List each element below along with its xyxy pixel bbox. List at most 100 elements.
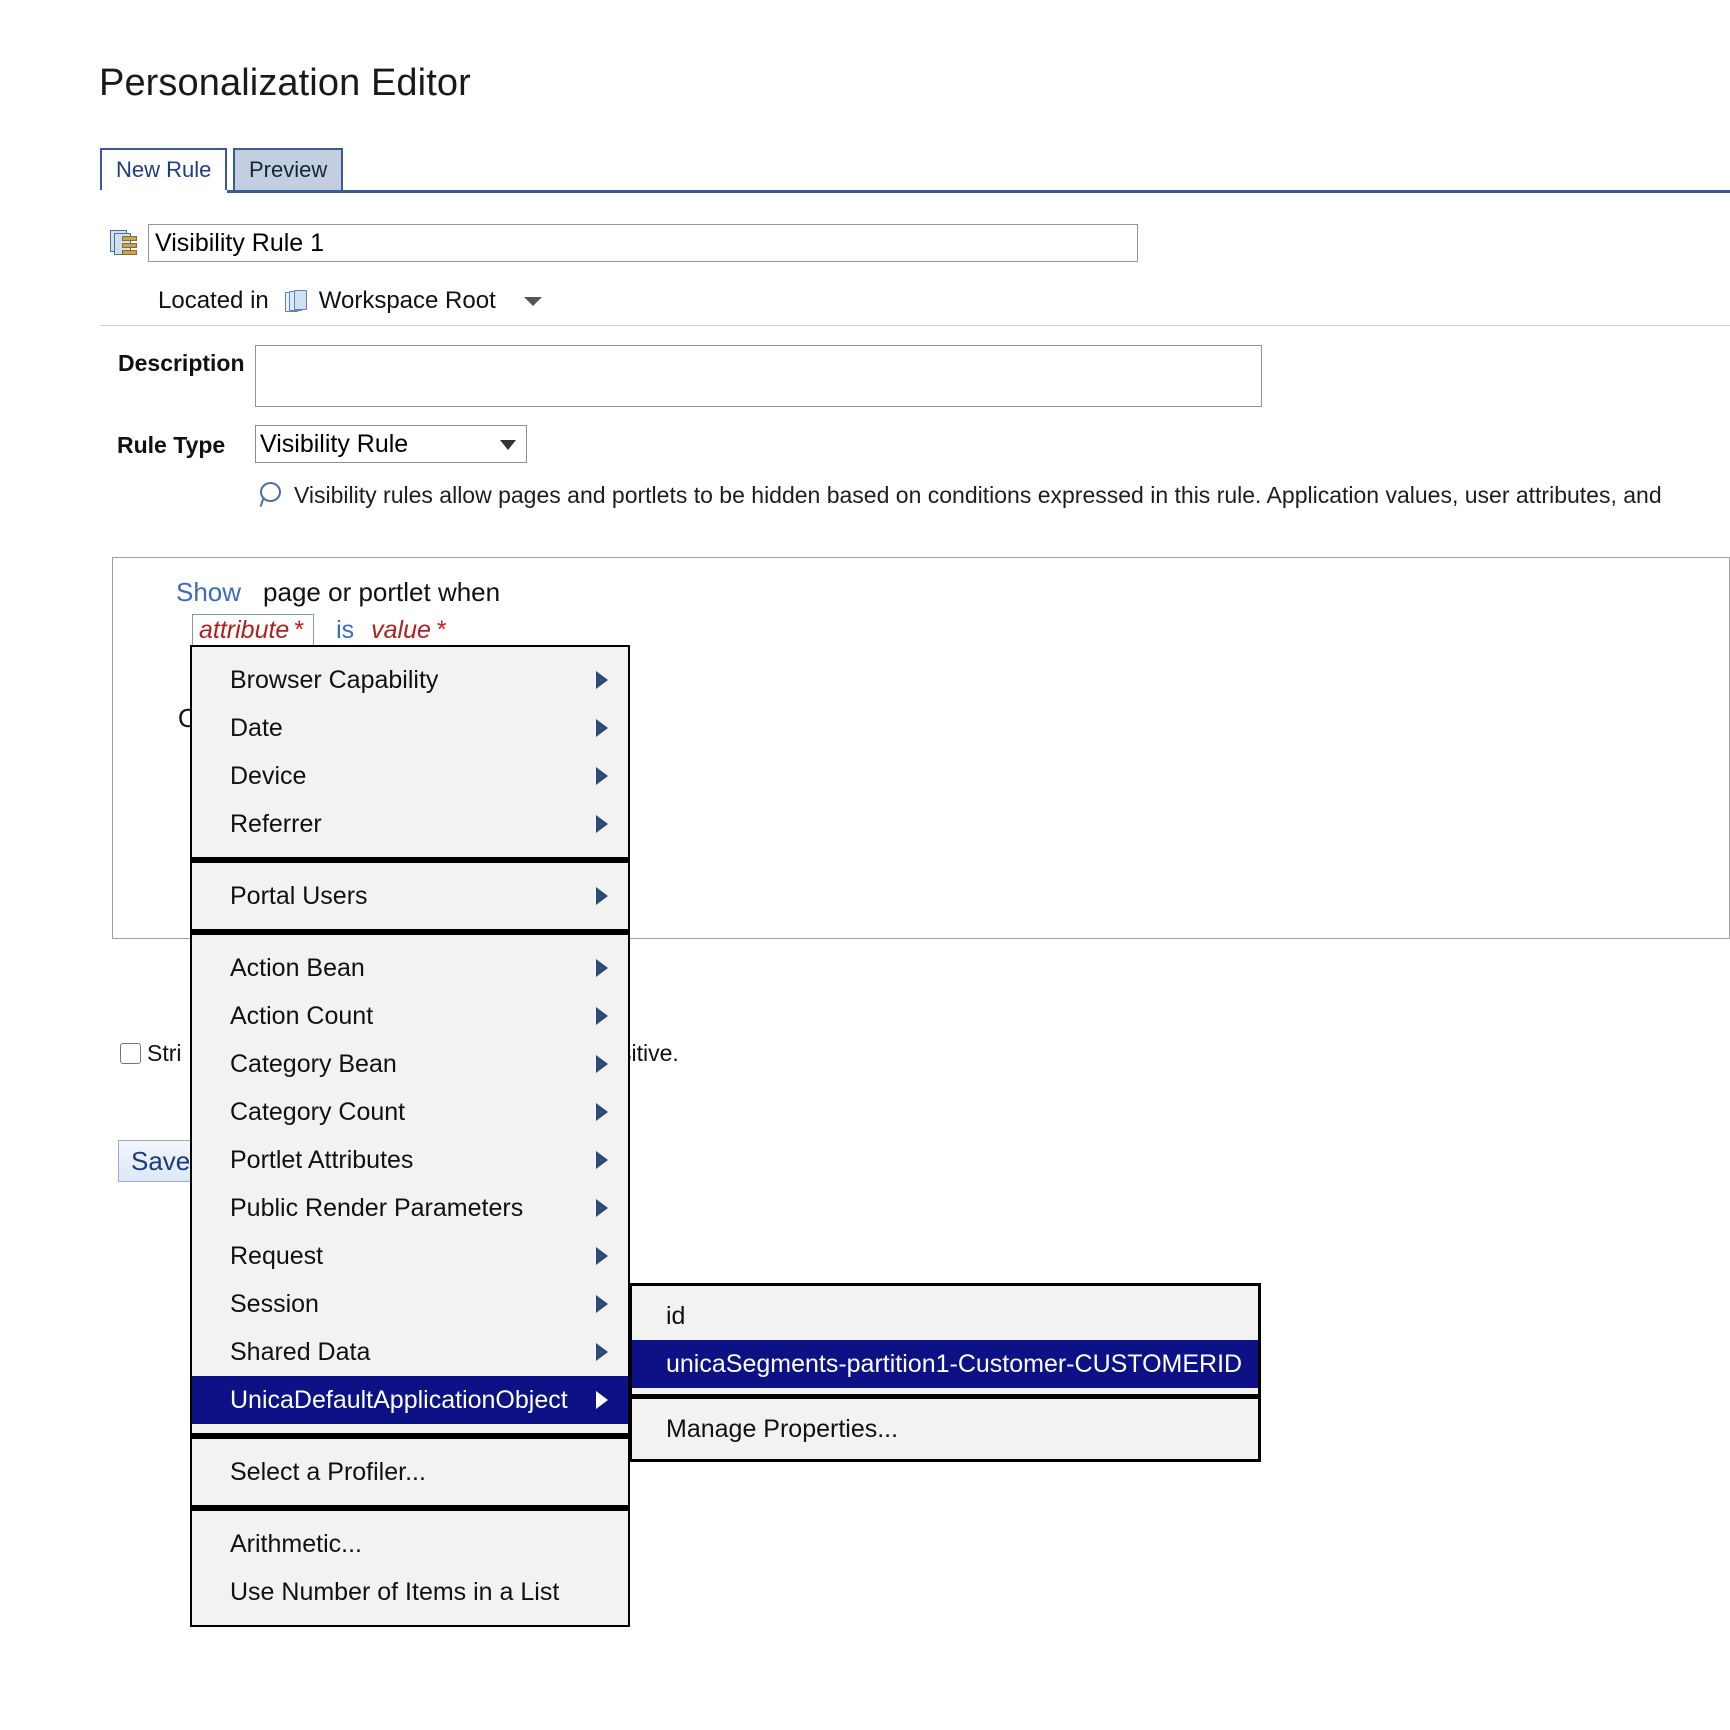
menu-item[interactable]: Session: [192, 1280, 628, 1328]
submenu-item-label: Manage Properties...: [666, 1415, 898, 1444]
case-sensitive-label: Stri: [147, 1040, 182, 1067]
chevron-right-icon: [596, 1391, 608, 1409]
menu-group: Arithmetic... Use Number of Items in a Li…: [192, 1511, 628, 1625]
menu-item-label: Arithmetic...: [230, 1530, 362, 1559]
menu-item-label: Public Render Parameters: [230, 1194, 523, 1223]
chevron-right-icon: [596, 1007, 608, 1025]
chevron-right-icon: [596, 1103, 608, 1121]
chevron-right-icon: [596, 887, 608, 905]
description-label: Description: [118, 350, 245, 377]
chevron-right-icon: [596, 959, 608, 977]
menu-item[interactable]: Request: [192, 1232, 628, 1280]
menu-item-label: Action Count: [230, 1002, 373, 1031]
condition-row: attribute* is value*: [192, 614, 447, 647]
attribute-context-menu[interactable]: Browser Capability Date Device Referrer Port…: [190, 645, 630, 1627]
menu-item-label: Device: [230, 762, 306, 791]
chevron-right-icon: [596, 1055, 608, 1073]
chevron-right-icon: [596, 719, 608, 737]
case-sensitive-checkbox[interactable]: [120, 1043, 141, 1064]
submenu-item[interactable]: unicaSegments-partition1-Customer-CUSTOM…: [632, 1340, 1258, 1388]
speech-bubble-icon: [258, 482, 284, 510]
rule-type-label: Rule Type: [117, 432, 225, 459]
menu-item[interactable]: Action Count: [192, 992, 628, 1040]
menu-item-label: Category Bean: [230, 1050, 397, 1079]
menu-item[interactable]: Shared Data: [192, 1328, 628, 1376]
located-in-value[interactable]: Workspace Root: [319, 287, 496, 315]
rule-name-row: [110, 224, 1138, 262]
submenu-group: Manage Properties...: [632, 1399, 1258, 1459]
menu-group: Select a Profiler...: [192, 1439, 628, 1505]
submenu-item[interactable]: id: [632, 1292, 1258, 1340]
menu-item[interactable]: UnicaDefaultApplicationObject: [192, 1376, 628, 1424]
submenu-item-label: id: [666, 1302, 685, 1331]
menu-item[interactable]: Category Count: [192, 1088, 628, 1136]
menu-item-label: Category Count: [230, 1098, 405, 1127]
description-field[interactable]: [255, 345, 1262, 407]
menu-group: Browser Capability Date Device Referrer: [192, 647, 628, 857]
submenu-item[interactable]: Manage Properties...: [632, 1405, 1258, 1453]
menu-item[interactable]: Use Number of Items in a List: [192, 1568, 628, 1616]
save-button-label: Save: [131, 1146, 190, 1177]
menu-item-label: Session: [230, 1290, 319, 1319]
menu-item[interactable]: Referrer: [192, 800, 628, 848]
menu-item-label: Portal Users: [230, 882, 368, 911]
tab-preview-label: Preview: [249, 157, 327, 183]
hint-row: Visibility rules allow pages and portlet…: [258, 482, 1728, 510]
page-title: Personalization Editor: [99, 62, 471, 105]
value-token-label: value: [371, 616, 431, 644]
menu-item[interactable]: Portal Users: [192, 872, 628, 920]
located-in-label: Located in: [158, 287, 269, 315]
tab-underline: [100, 190, 1730, 193]
menu-item[interactable]: Date: [192, 704, 628, 752]
folder-icon: [285, 289, 310, 314]
chevron-right-icon: [596, 1199, 608, 1217]
menu-item[interactable]: Device: [192, 752, 628, 800]
rule-type-select[interactable]: Visibility Rule: [255, 425, 527, 463]
chevron-down-icon[interactable]: [524, 297, 542, 306]
chevron-right-icon: [596, 1295, 608, 1313]
menu-item-label: Referrer: [230, 810, 322, 839]
submenu-item-label: unicaSegments-partition1-Customer-CUSTOM…: [666, 1350, 1242, 1379]
show-link[interactable]: Show: [176, 577, 241, 608]
menu-item-label: Shared Data: [230, 1338, 370, 1367]
menu-item-label: Browser Capability: [230, 666, 438, 695]
menu-item[interactable]: Action Bean: [192, 944, 628, 992]
menu-item-label: Select a Profiler...: [230, 1458, 426, 1487]
hint-text: Visibility rules allow pages and portlet…: [294, 482, 1662, 508]
case-sensitive-row: Stri: [120, 1040, 182, 1067]
menu-group: Action Bean Action Count Category Bean Cate…: [192, 935, 628, 1433]
chevron-right-icon: [596, 815, 608, 833]
menu-item-label: Use Number of Items in a List: [230, 1578, 559, 1607]
menu-item-label: UnicaDefaultApplicationObject: [230, 1386, 568, 1415]
chevron-right-icon: [596, 767, 608, 785]
value-required-marker: *: [437, 616, 447, 644]
tab-new-rule-label: New Rule: [116, 157, 211, 183]
attribute-token[interactable]: attribute*: [192, 614, 314, 647]
tab-bar: New Rule Preview: [100, 148, 1730, 192]
show-suffix-label: page or portlet when: [263, 577, 500, 608]
menu-item[interactable]: Category Bean: [192, 1040, 628, 1088]
attribute-token-label: attribute: [199, 616, 289, 644]
attribute-submenu[interactable]: id unicaSegments-partition1-Customer-CUST…: [629, 1283, 1261, 1462]
menu-item-label: Portlet Attributes: [230, 1146, 413, 1175]
value-token[interactable]: value*: [371, 616, 447, 645]
tab-preview[interactable]: Preview: [233, 148, 343, 190]
menu-item[interactable]: Browser Capability: [192, 656, 628, 704]
chevron-right-icon: [596, 1343, 608, 1361]
menu-item[interactable]: Public Render Parameters: [192, 1184, 628, 1232]
menu-group: Portal Users: [192, 863, 628, 929]
chevron-right-icon: [596, 1247, 608, 1265]
section-divider: [100, 325, 1730, 326]
attribute-required-marker: *: [294, 616, 304, 644]
menu-item[interactable]: Portlet Attributes: [192, 1136, 628, 1184]
tab-new-rule[interactable]: New Rule: [100, 148, 227, 190]
menu-item[interactable]: Arithmetic...: [192, 1520, 628, 1568]
menu-item[interactable]: Select a Profiler...: [192, 1448, 628, 1496]
operator-is-label[interactable]: is: [336, 616, 354, 645]
rule-show-row: Show page or portlet when: [176, 577, 500, 608]
menu-item-label: Request: [230, 1242, 323, 1271]
chevron-right-icon: [596, 1151, 608, 1169]
located-in-row: Located in Workspace Root: [158, 287, 542, 315]
menu-item-label: Date: [230, 714, 283, 743]
rule-name-input[interactable]: [148, 224, 1138, 262]
